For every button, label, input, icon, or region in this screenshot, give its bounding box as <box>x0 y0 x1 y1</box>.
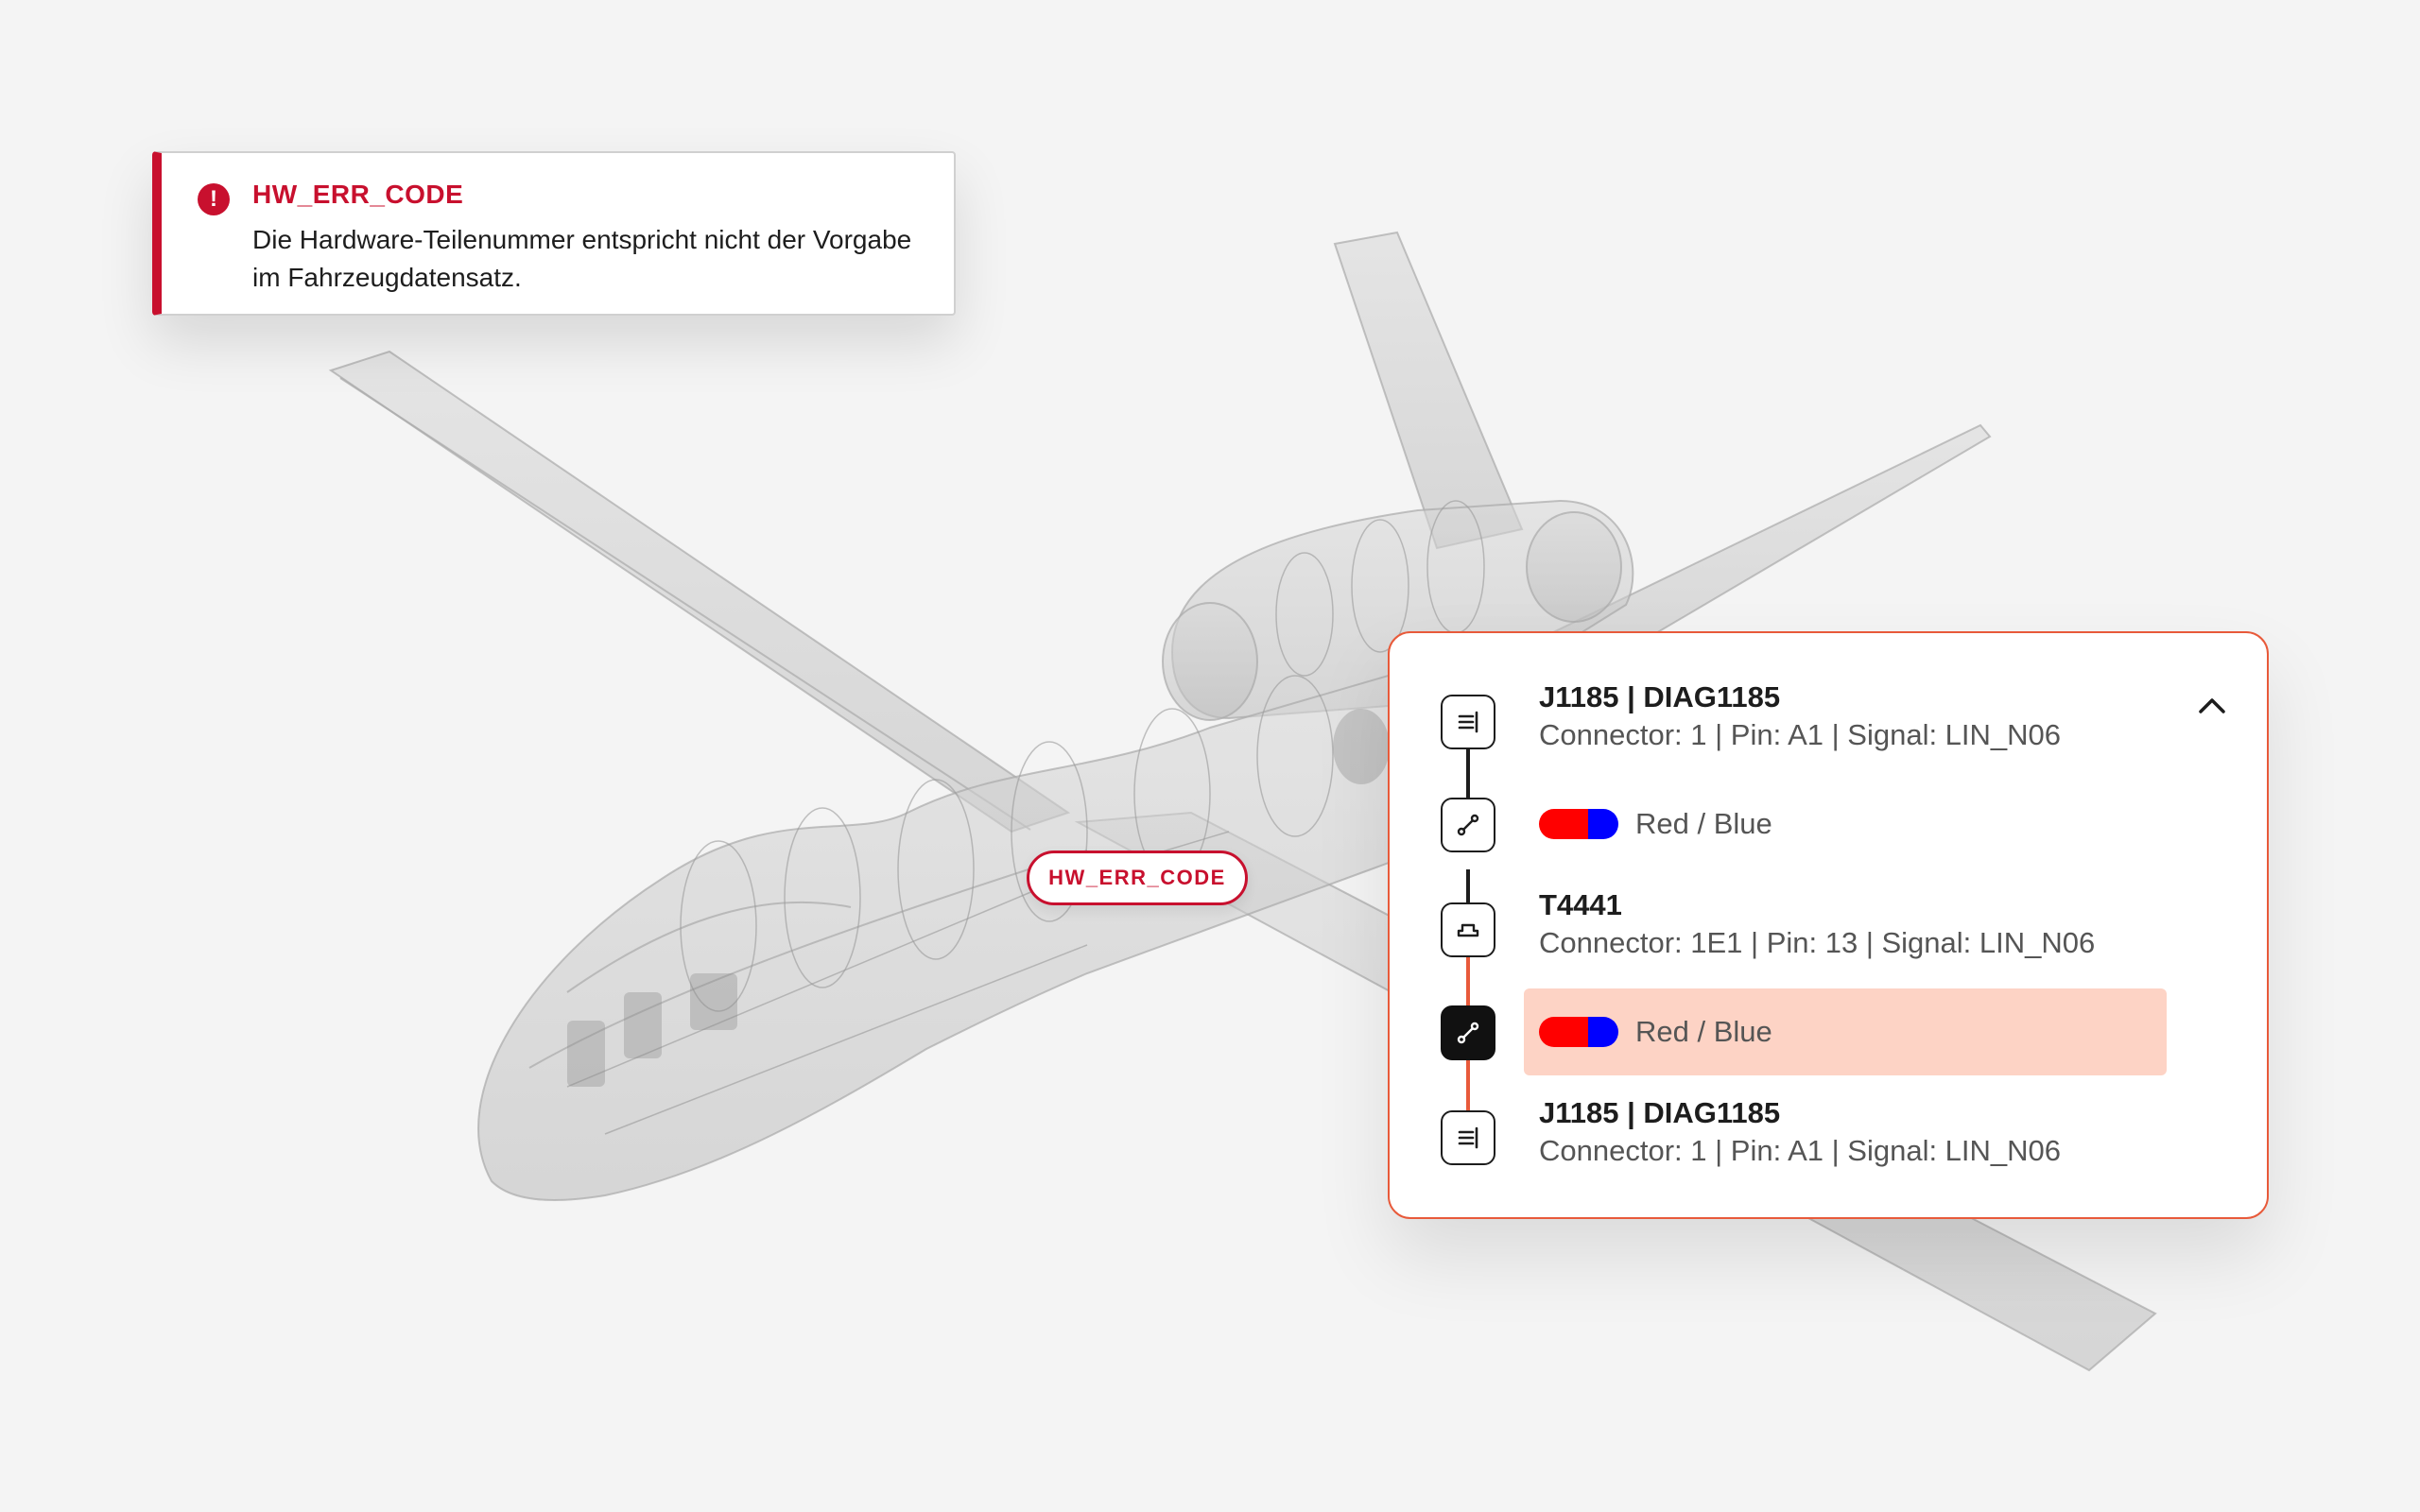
wire-icon <box>1457 1022 1479 1044</box>
wire-color-swatch <box>1539 809 1618 839</box>
error-message: Die Hardware-Teilenummer entspricht nich… <box>252 225 912 292</box>
path-node-connector[interactable] <box>1441 695 1495 749</box>
path-node-wire-selected[interactable] <box>1441 1005 1495 1060</box>
wire-icon <box>1457 814 1479 836</box>
connector-title: J1185 | DIAG1185 <box>1539 1096 1781 1129</box>
connector-detail: Connector: 1E1 | Pin: 13 | Signal: LIN_N… <box>1539 926 2096 959</box>
error-code: HW_ERR_CODE <box>252 180 464 209</box>
splice-icon <box>1457 923 1479 937</box>
error-notification: ! HW_ERR_CODE Die Hardware-Teilenummer e… <box>152 151 956 316</box>
connector-icon <box>1458 1126 1478 1149</box>
connector-icon <box>1458 711 1478 733</box>
wire-label: Red / Blue <box>1635 807 1772 840</box>
collapse-button[interactable] <box>2193 686 2231 724</box>
connection-path-panel: J1185 | DIAG1185 Connector: 1 | Pin: A1 … <box>1388 631 2269 1219</box>
error-marker[interactable]: HW_ERR_CODE <box>1027 850 1248 905</box>
path-node-connector[interactable] <box>1441 1110 1495 1165</box>
wire-row-selected[interactable]: Red / Blue <box>1524 988 2167 1075</box>
path-node-splice[interactable] <box>1441 902 1495 957</box>
error-icon: ! <box>198 183 230 215</box>
wire-color-swatch <box>1539 1017 1618 1047</box>
wire-row[interactable]: Red / Blue <box>1524 781 2167 868</box>
connector-detail: Connector: 1 | Pin: A1 | Signal: LIN_N06 <box>1539 1134 2062 1167</box>
connector-title: J1185 | DIAG1185 <box>1539 680 1781 713</box>
connector-title: T4441 <box>1539 888 1622 921</box>
chevron-up-icon <box>2199 698 2225 713</box>
connector-detail: Connector: 1 | Pin: A1 | Signal: LIN_N06 <box>1539 718 2062 751</box>
path-line-active <box>1466 1058 1470 1115</box>
wire-label: Red / Blue <box>1635 1015 1772 1048</box>
path-node-wire[interactable] <box>1441 798 1495 852</box>
